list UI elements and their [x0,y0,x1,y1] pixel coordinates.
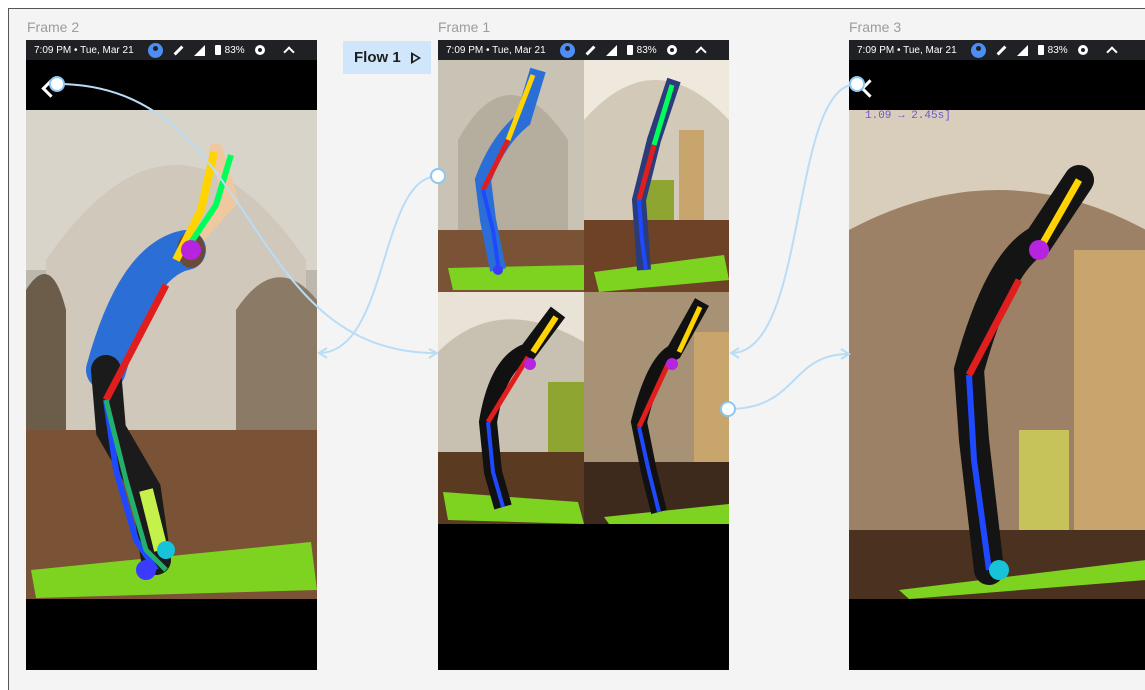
prototype-canvas: Frame 2 Frame 1 Frame 3 Flow 1 7:09 PM •… [0,0,1145,690]
connection-frame2-to-frame1[interactable] [56,83,438,355]
connection-frame1-to-frame3[interactable] [727,353,850,410]
connection-handle[interactable] [849,76,865,92]
connection-handle[interactable] [49,76,65,92]
flow-connections [49,76,865,417]
connection-frame1-to-frame2[interactable] [318,175,439,354]
board: Frame 2 Frame 1 Frame 3 Flow 1 7:09 PM •… [8,8,1145,690]
connection-frame3-to-frame1[interactable] [730,83,858,355]
connection-handle[interactable] [720,401,736,417]
connection-handle[interactable] [430,168,446,184]
